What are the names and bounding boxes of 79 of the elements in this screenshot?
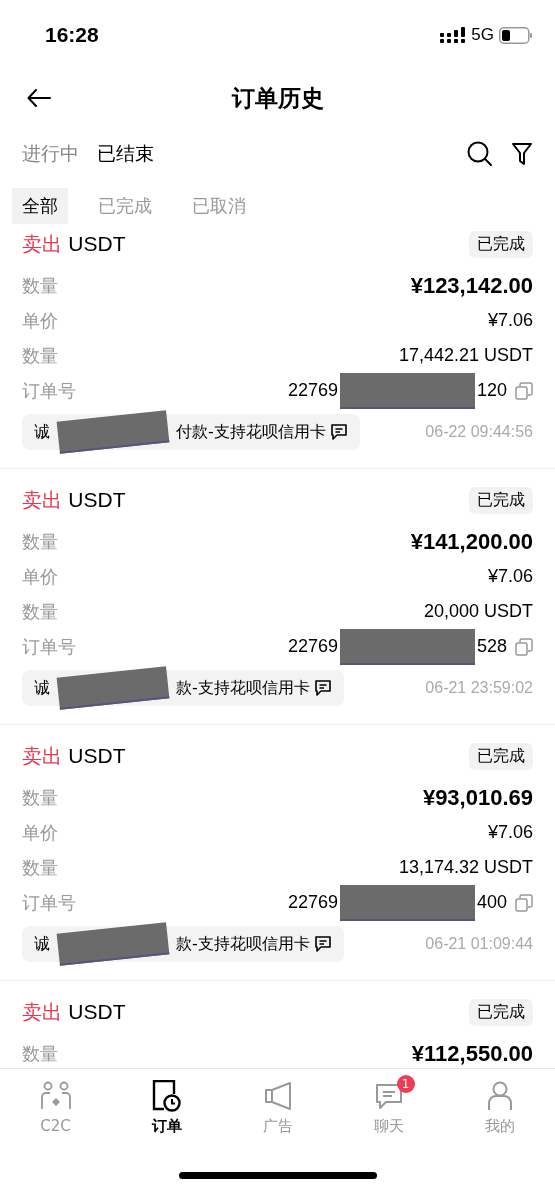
filter-tab[interactable]: 已完成 bbox=[88, 188, 162, 224]
asset-name: USDT bbox=[68, 487, 126, 511]
order-id-start: 22769 bbox=[287, 380, 338, 401]
chat-icon bbox=[329, 423, 348, 441]
total-amount: ¥112,550.00 bbox=[411, 1040, 533, 1067]
field-label: 数量 bbox=[22, 855, 58, 880]
trade-side: 卖出 bbox=[22, 999, 62, 1024]
person-icon bbox=[486, 1081, 513, 1111]
order-id-start: 22769 bbox=[287, 892, 338, 913]
back-arrow-icon[interactable] bbox=[27, 89, 51, 107]
order-id-start: 22769 bbox=[287, 636, 338, 657]
remark-text: 款-支持花呗信用卡 bbox=[176, 933, 310, 955]
field-label: 单价 bbox=[22, 820, 58, 845]
field-label: 数量 bbox=[22, 785, 58, 810]
chat-icon bbox=[374, 1082, 403, 1110]
field-label: 数量 bbox=[22, 529, 58, 554]
copy-icon[interactable] bbox=[515, 381, 533, 400]
order-id-end: 528 bbox=[476, 636, 507, 657]
total-amount: ¥141,200.00 bbox=[410, 528, 533, 555]
field-label: 单价 bbox=[22, 564, 58, 589]
nav-tab[interactable]: 广告 bbox=[237, 1079, 318, 1136]
status-time: 16:28 bbox=[45, 23, 99, 47]
network-label: 5G bbox=[471, 25, 494, 45]
page-title: 订单历史 bbox=[231, 83, 324, 113]
chat-icon bbox=[313, 679, 332, 697]
nav-tab[interactable]: 订单 bbox=[126, 1079, 207, 1136]
remark-start: 诚 bbox=[34, 933, 50, 955]
trade-side: 卖出 bbox=[22, 487, 62, 512]
unread-badge: 1 bbox=[396, 1075, 415, 1093]
field-value: 13,174.32 USDT bbox=[398, 857, 533, 878]
field-value: 20,000 USDT bbox=[423, 601, 533, 622]
field-label: 单价 bbox=[22, 308, 58, 333]
document-clock-icon bbox=[151, 1080, 182, 1112]
battery-icon bbox=[499, 26, 533, 44]
asset-name: USDT bbox=[68, 999, 126, 1023]
order-id-end: 400 bbox=[476, 892, 507, 913]
nav-tab[interactable]: 我的 bbox=[459, 1079, 540, 1136]
field-value: ¥7.06 bbox=[487, 822, 533, 843]
order-time: 06-22 09:44:56 bbox=[425, 423, 533, 441]
remark-start: 诚 bbox=[34, 677, 50, 699]
copy-icon[interactable] bbox=[515, 637, 533, 656]
status-badge: 已完成 bbox=[469, 486, 533, 514]
search-icon[interactable] bbox=[467, 141, 493, 167]
remark-start: 诚 bbox=[34, 421, 50, 443]
field-label: 数量 bbox=[22, 599, 58, 624]
order-time: 06-21 01:09:44 bbox=[425, 935, 533, 953]
nav-tab[interactable]: C2C bbox=[15, 1079, 96, 1135]
filter-tab[interactable]: 全部 bbox=[12, 188, 68, 224]
trade-side: 卖出 bbox=[22, 231, 62, 256]
total-amount: ¥123,142.00 bbox=[410, 272, 533, 299]
field-value: 17,442.21 USDT bbox=[398, 345, 533, 366]
chat-icon bbox=[313, 935, 332, 953]
order-time: 06-21 23:59:02 bbox=[425, 679, 533, 697]
total-amount: ¥93,010.69 bbox=[422, 784, 533, 811]
megaphone-icon bbox=[263, 1081, 292, 1111]
status-badge: 已完成 bbox=[469, 742, 533, 770]
asset-name: USDT bbox=[68, 231, 126, 255]
status-badge: 已完成 bbox=[469, 230, 533, 258]
filter-icon[interactable] bbox=[511, 142, 533, 166]
asset-name: USDT bbox=[68, 743, 126, 767]
field-label: 订单号 bbox=[22, 890, 76, 915]
field-label: 数量 bbox=[22, 1041, 58, 1066]
field-label: 数量 bbox=[22, 273, 58, 298]
copy-icon[interactable] bbox=[515, 893, 533, 912]
status-badge: 已完成 bbox=[469, 998, 533, 1026]
remark-text: 付款-支持花呗信用卡 bbox=[176, 421, 326, 443]
order-id-end: 120 bbox=[476, 380, 507, 401]
trade-side: 卖出 bbox=[22, 743, 62, 768]
signal-icon bbox=[440, 26, 467, 44]
filter-tab[interactable]: 已取消 bbox=[182, 188, 256, 224]
field-label: 订单号 bbox=[22, 634, 76, 659]
field-label: 数量 bbox=[22, 343, 58, 368]
status-tab[interactable]: 进行中 bbox=[22, 141, 79, 167]
field-value: ¥7.06 bbox=[487, 566, 533, 587]
people-icon bbox=[39, 1080, 72, 1112]
field-label: 订单号 bbox=[22, 378, 76, 403]
remark-text: 款-支持花呗信用卡 bbox=[176, 677, 310, 699]
status-tab[interactable]: 已结束 bbox=[97, 141, 154, 167]
field-value: ¥7.06 bbox=[487, 310, 533, 331]
